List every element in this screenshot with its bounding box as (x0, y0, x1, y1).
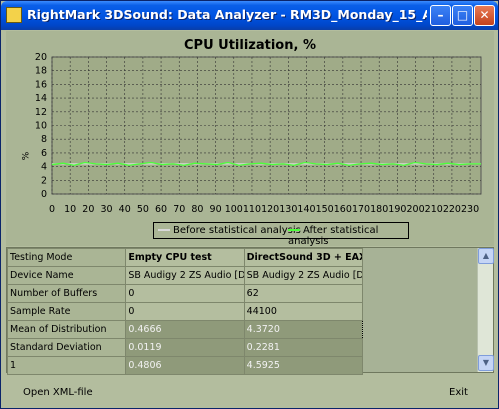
x-tick-label: 170 (352, 204, 370, 215)
x-tick-label: 60 (155, 204, 167, 215)
value-cell[interactable]: DirectSound 3D + EAX (243, 248, 364, 267)
x-tick-label: 180 (370, 204, 388, 215)
value-cell[interactable]: 4.3720 (243, 320, 364, 339)
title-bar[interactable]: RightMark 3DSound: Data Analyzer - RM3D_… (1, 1, 498, 30)
table-row[interactable]: Number of Buffers 0 62 (6, 284, 364, 303)
x-tick-label: 210 (425, 204, 443, 215)
table-row[interactable]: Sample Rate 0 44100 (6, 302, 364, 321)
legend-item-after: After statistical analysis (288, 225, 408, 247)
legend-item-before: Before statistical analysis (158, 225, 301, 237)
value-cell[interactable]: 0.4666 (125, 320, 245, 339)
y-tick-label: 20 (35, 52, 47, 63)
value-cell[interactable]: SB Audigy 2 ZS Audio [DC00 (125, 266, 245, 285)
table-row[interactable]: 1 0.4806 4.5925 (6, 356, 364, 375)
y-tick-label: 18 (35, 66, 47, 77)
x-tick-label: 110 (243, 204, 261, 215)
table-row[interactable]: Standard Deviation 0.0119 0.2281 (6, 338, 364, 357)
legend-label-before: Before statistical analysis (173, 225, 301, 236)
value-cell[interactable]: 0.0119 (125, 338, 245, 357)
minimize-icon: – (437, 8, 444, 22)
x-tick-label: 50 (137, 204, 149, 215)
vertical-scrollbar[interactable]: ▲ ▼ (477, 248, 494, 372)
x-tick-label: 80 (191, 204, 203, 215)
legend-label-after: After statistical analysis (288, 225, 379, 247)
results-grid[interactable]: Testing Mode Empty CPU test DirectSound 3D… (6, 247, 494, 375)
row-label-cell[interactable]: 1 (6, 356, 127, 375)
y-tick-label: 10 (35, 121, 47, 132)
x-tick-label: 100 (225, 204, 243, 215)
table-row[interactable]: Testing Mode Empty CPU test DirectSound 3D… (6, 248, 364, 267)
y-tick-label: 6 (41, 148, 47, 159)
chart-legend: Before statistical analysis After statis… (153, 222, 409, 247)
row-label-cell[interactable]: Number of Buffers (6, 284, 127, 303)
row-label-cell[interactable]: Standard Deviation (6, 338, 127, 357)
maximize-icon: □ (456, 8, 469, 22)
x-tick-label: 30 (100, 204, 112, 215)
y-tick-label: 8 (41, 134, 47, 145)
x-tick-label: 230 (461, 204, 479, 215)
x-tick-label: 0 (49, 204, 55, 215)
chevron-down-icon: ▼ (482, 358, 490, 367)
close-button[interactable]: ✕ (474, 5, 495, 26)
x-tick-label: 150 (316, 204, 334, 215)
y-tick-label: 2 (41, 175, 47, 186)
value-cell[interactable]: 0.2281 (243, 338, 364, 357)
y-tick-label: 12 (35, 107, 47, 118)
x-tick-label: 140 (297, 204, 315, 215)
value-cell[interactable]: 62 (243, 284, 364, 303)
y-tick-label: 4 (41, 162, 47, 173)
table-row[interactable]: Device NameSB Audigy 2 ZS Audio [DC00SB … (6, 266, 364, 285)
x-tick-label: 70 (173, 204, 185, 215)
value-cell[interactable]: 0 (125, 284, 245, 303)
x-tick-label: 130 (279, 204, 297, 215)
x-tick-label: 220 (443, 204, 461, 215)
y-tick-label: 0 (41, 189, 47, 200)
open-xml-file-button[interactable]: Open XML-file (23, 387, 93, 398)
value-cell[interactable]: 44100 (243, 302, 364, 321)
row-label-cell[interactable]: Mean of Distribution (6, 320, 127, 339)
minimize-button[interactable]: – (430, 5, 451, 26)
legend-swatch-after (288, 229, 300, 231)
value-cell[interactable]: 0.4806 (125, 356, 245, 375)
y-tick-label: 14 (35, 93, 47, 104)
app-window: RightMark 3DSound: Data Analyzer - RM3D_… (0, 0, 499, 409)
table-row[interactable]: Mean of Distribution 0.4666 4.3720 (6, 320, 364, 339)
close-icon: ✕ (479, 8, 490, 22)
x-tick-label: 10 (64, 204, 76, 215)
x-tick-label: 20 (82, 204, 94, 215)
chevron-up-icon: ▲ (482, 251, 490, 260)
legend-swatch-before (158, 229, 170, 231)
scroll-down-button[interactable]: ▼ (478, 355, 494, 371)
y-tick-label: 16 (35, 79, 47, 90)
value-cell[interactable]: Empty CPU test (125, 248, 245, 267)
maximize-button[interactable]: □ (452, 5, 473, 26)
x-tick-label: 190 (388, 204, 406, 215)
row-label-cell[interactable]: Sample Rate (6, 302, 127, 321)
value-cell[interactable]: 0 (125, 302, 245, 321)
value-cell[interactable]: SB Audigy 2 ZS Audio [DC00 (243, 266, 364, 285)
x-tick-label: 40 (119, 204, 131, 215)
row-label-cell[interactable]: Device Name (6, 266, 127, 285)
row-label-cell[interactable]: Testing Mode (6, 248, 127, 267)
x-tick-label: 200 (406, 204, 424, 215)
x-tick-label: 160 (334, 204, 352, 215)
window-title: RightMark 3DSound: Data Analyzer - RM3D_… (27, 7, 427, 22)
x-tick-label: 120 (261, 204, 279, 215)
value-cell[interactable]: 4.5925 (243, 356, 364, 375)
results-table: Testing Mode Empty CPU test DirectSound 3D… (6, 248, 364, 375)
exit-button[interactable]: Exit (449, 387, 468, 398)
chart-panel: CPU Utilization, % % 0 2 4 6 8 10 12 14 16 18 20 0 1… (6, 31, 494, 247)
cpu-utilization-chart: 024681012141618200 10 20 30 40 50 60 70 80 90 100 1… (35, 52, 482, 215)
x-tick-label: 90 (210, 204, 222, 215)
scroll-up-button[interactable]: ▲ (478, 248, 494, 264)
app-logo-icon (6, 7, 22, 23)
